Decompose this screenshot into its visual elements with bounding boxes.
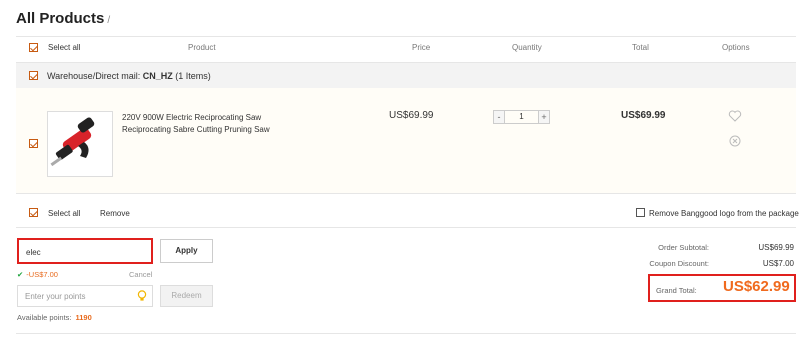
- redeem-button[interactable]: Redeem: [160, 285, 213, 307]
- page-title: All Products /: [16, 10, 110, 27]
- select-all-checkbox-bottom[interactable]: [29, 208, 38, 217]
- order-subtotal-label: Order Subtotal:: [658, 243, 709, 252]
- reciprocating-saw-image: [50, 117, 95, 167]
- delete-circle-icon[interactable]: [729, 135, 741, 147]
- divider: [16, 227, 796, 228]
- remove-button[interactable]: Remove: [100, 209, 130, 218]
- coupon-discount-value: US$7.00: [762, 259, 794, 268]
- divider: [16, 333, 796, 334]
- lightbulb-icon[interactable]: [137, 290, 147, 302]
- divider: [16, 36, 796, 37]
- warehouse-checkbox[interactable]: [29, 71, 38, 80]
- warehouse-prefix: Warehouse/Direct mail:: [47, 71, 143, 81]
- column-header-price: Price: [412, 43, 431, 52]
- quantity-input[interactable]: 1: [505, 110, 538, 124]
- item-price: US$69.99: [389, 110, 434, 121]
- apply-coupon-button[interactable]: Apply: [160, 239, 213, 263]
- wishlist-heart-icon[interactable]: [728, 110, 742, 122]
- coupon-discount-amount: -US$7.00: [26, 270, 58, 279]
- grand-total-value: US$62.99: [723, 278, 790, 295]
- available-points-label: Available points:: [17, 313, 72, 322]
- product-thumbnail[interactable]: [47, 111, 113, 177]
- column-header-options: Options: [722, 43, 750, 52]
- item-total: US$69.99: [621, 110, 666, 121]
- coupon-discount-label: Coupon Discount:: [649, 259, 709, 268]
- column-header-total: Total: [632, 43, 649, 52]
- select-all-label-top: Select all: [48, 43, 81, 52]
- page-title-text: All Products: [16, 10, 105, 27]
- column-header-quantity: Quantity: [512, 43, 542, 52]
- remove-logo-checkbox[interactable]: [636, 208, 645, 217]
- breadcrumb-separator: /: [107, 15, 111, 26]
- item-checkbox[interactable]: [29, 139, 38, 148]
- available-points-value: 1190: [75, 313, 92, 322]
- quantity-decrease-button[interactable]: -: [493, 110, 505, 124]
- points-input[interactable]: Enter your points: [17, 285, 153, 307]
- select-all-label-bottom: Select all: [48, 209, 81, 218]
- warehouse-label: Warehouse/Direct mail: CN_HZ (1 Items): [47, 71, 211, 81]
- order-subtotal-value: US$69.99: [758, 243, 794, 252]
- cancel-coupon-link[interactable]: Cancel: [129, 270, 152, 279]
- warehouse-code: CN_HZ: [142, 71, 173, 81]
- cart-item-row: [16, 88, 796, 194]
- product-name-link[interactable]: 220V 900W Electric Reciprocating Saw Rec…: [122, 112, 292, 136]
- checkmark-icon: ✔: [17, 270, 24, 279]
- grand-total-label: Grand Total:: [656, 286, 697, 295]
- remove-logo-label: Remove Banggood logo from the package: [649, 209, 799, 218]
- coupon-code-input[interactable]: elec: [17, 238, 153, 264]
- warehouse-count: (1 Items): [175, 71, 211, 81]
- quantity-stepper: - 1 +: [493, 110, 550, 124]
- column-header-product: Product: [188, 43, 216, 52]
- available-points: Available points: 1190: [17, 313, 92, 322]
- quantity-increase-button[interactable]: +: [538, 110, 550, 124]
- select-all-checkbox-top[interactable]: [29, 43, 38, 52]
- coupon-discount-applied: ✔ -US$7.00: [17, 270, 58, 279]
